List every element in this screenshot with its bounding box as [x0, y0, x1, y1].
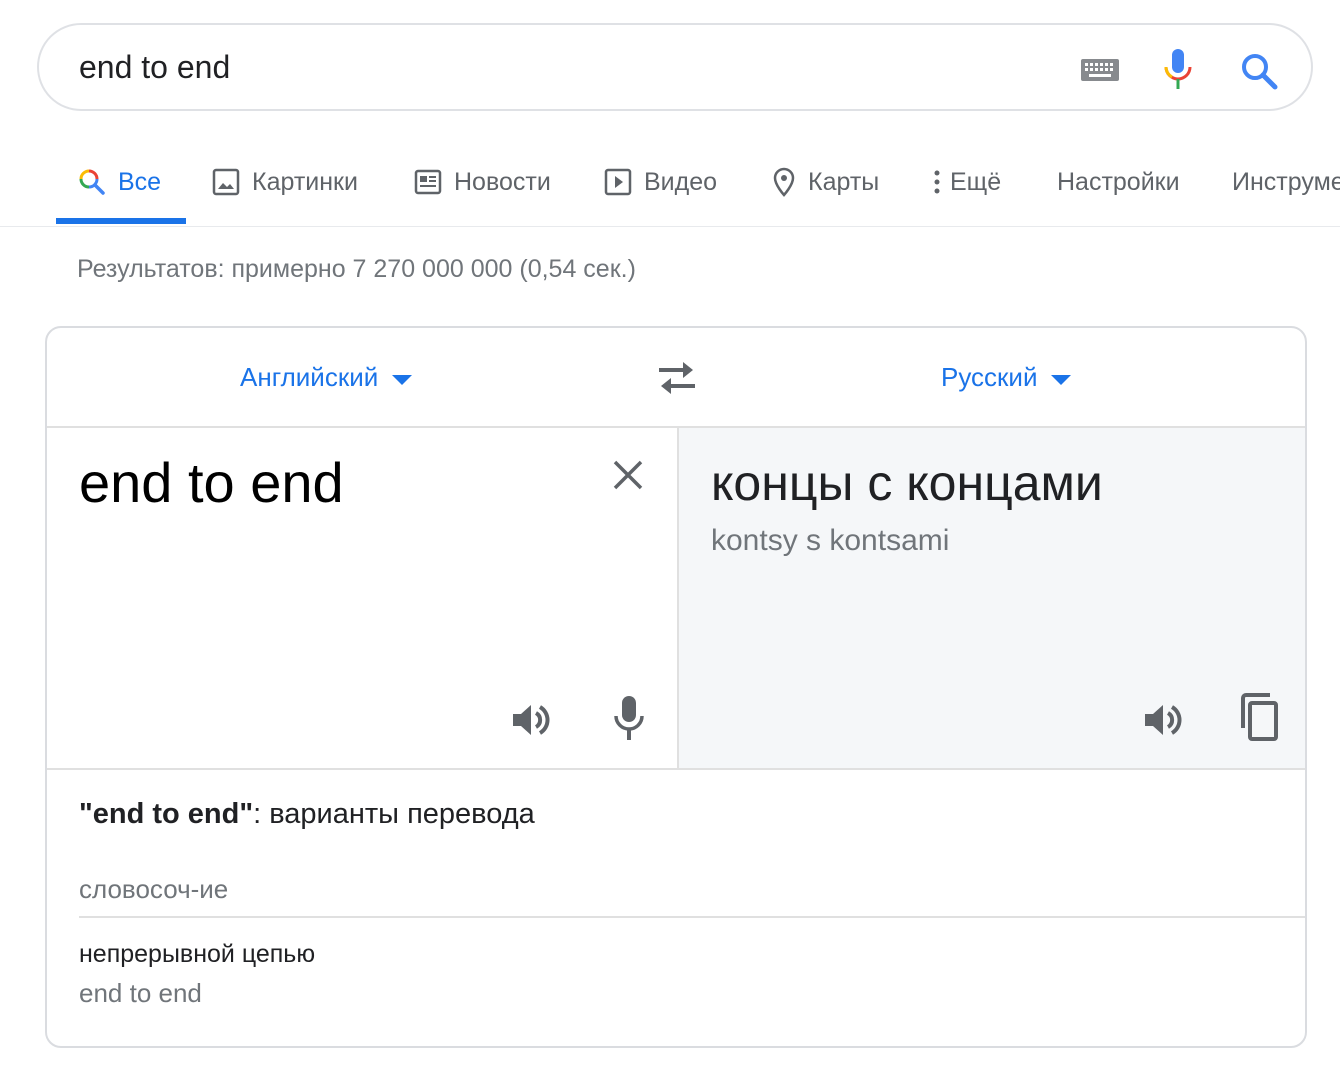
keyboard-icon[interactable] — [1081, 59, 1119, 81]
more-vert-icon — [932, 168, 942, 196]
variants-title-query: "end to end" — [79, 798, 254, 830]
tab-all[interactable]: Все — [78, 164, 161, 200]
language-bar: Английский Русский — [47, 328, 1305, 428]
tab-label: Настройки — [1057, 167, 1180, 196]
search-icon[interactable] — [1239, 51, 1279, 91]
source-text-input[interactable]: end to end — [79, 450, 344, 515]
tab-images[interactable]: Картинки — [212, 164, 358, 200]
map-pin-icon — [772, 167, 796, 197]
tab-more[interactable]: Ещё — [932, 164, 1001, 200]
variant-translation: непрерывной цепью — [79, 940, 316, 968]
source-pane: end to end — [47, 428, 677, 768]
tab-news[interactable]: Новости — [414, 164, 551, 200]
target-pane: концы с концами kontsy s kontsami — [677, 428, 1305, 768]
tab-label: Ещё — [950, 167, 1002, 196]
tab-video[interactable]: Видео — [604, 164, 717, 200]
search-input[interactable]: end to end — [79, 49, 230, 86]
variant-source: end to end — [79, 978, 202, 1008]
caret-down-icon — [1051, 374, 1072, 385]
target-language-label: Русский — [941, 362, 1038, 392]
translation-text: концы с концами — [711, 455, 1103, 511]
swap-languages-icon[interactable] — [655, 358, 699, 398]
variants-title-text: : варианты перевода — [253, 798, 535, 830]
transliteration-text: kontsy s kontsami — [711, 524, 950, 557]
tab-label: Все — [118, 167, 162, 196]
source-language-select[interactable]: Английский — [240, 362, 413, 393]
tab-label: Новости — [454, 167, 551, 196]
translate-card: Английский Русский end to end концы с ко… — [45, 326, 1307, 1048]
play-icon — [604, 168, 632, 196]
target-language-select[interactable]: Русский — [941, 362, 1072, 393]
caret-down-icon — [392, 374, 413, 385]
variants-title: "end to end": варианты перевода — [79, 798, 535, 831]
part-of-speech-label: словосоч-ие — [79, 874, 229, 904]
close-icon[interactable] — [611, 458, 645, 492]
tab-label: Картинки — [252, 167, 358, 196]
results-stats: Результатов: примерно 7 270 000 000 (0,5… — [77, 255, 636, 283]
tab-tools[interactable]: Инструменты — [1232, 164, 1340, 200]
image-icon — [212, 168, 240, 196]
microphone-icon[interactable] — [611, 694, 647, 742]
active-tab-indicator — [56, 218, 186, 224]
newspaper-icon — [414, 169, 442, 195]
source-language-label: Английский — [240, 362, 379, 392]
tab-maps[interactable]: Карты — [772, 164, 879, 200]
voice-search-icon[interactable] — [1161, 47, 1195, 91]
tab-label: Видео — [644, 167, 718, 196]
tab-settings[interactable]: Настройки — [1057, 164, 1180, 200]
tab-label: Карты — [808, 167, 880, 196]
speaker-icon[interactable] — [1141, 698, 1185, 742]
search-tabs: Все Картинки Новости Видео Карты Ещё Нас… — [0, 150, 1340, 227]
copy-icon[interactable] — [1237, 692, 1281, 742]
divider — [47, 768, 1305, 770]
search-bar[interactable]: end to end — [37, 23, 1313, 111]
speaker-icon[interactable] — [509, 698, 553, 742]
tab-label: Инструменты — [1232, 167, 1340, 196]
divider — [79, 916, 1305, 918]
search-icon — [78, 168, 106, 196]
